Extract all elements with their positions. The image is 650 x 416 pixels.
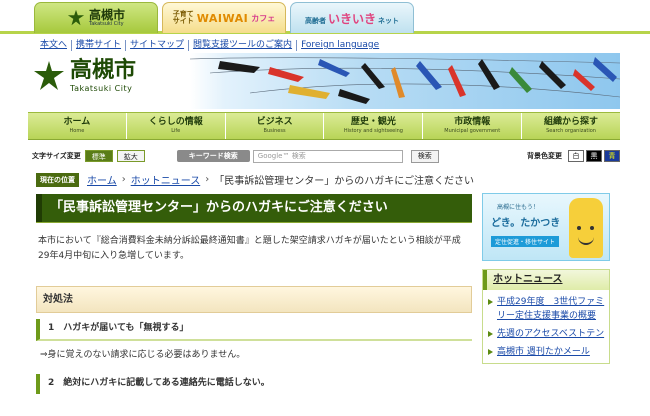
main-nav: ホーム Home くらしの情報 Life ビジネス Business 歴史・観光… <box>28 112 620 140</box>
tab1-logo: 高槻市 Takatsuki City <box>67 9 125 27</box>
breadcrumb-separator-icon: › <box>121 174 126 185</box>
util-link-mobile[interactable]: 携帯サイト <box>72 40 127 51</box>
nav-life[interactable]: くらしの情報 Life <box>127 113 226 139</box>
logo-sub: Takatsuki City <box>70 83 133 93</box>
promo-tag: 定住促進・移住サイト <box>491 236 560 247</box>
breadcrumb-current: 「民事訴訟管理センター」からのハガキにご注意ください <box>214 176 475 187</box>
city-emblem-icon <box>34 61 64 90</box>
nav-home-label: ホーム <box>63 117 91 127</box>
item2-heading: 2 絶対にハガキに記載してある連絡先に電話しない。 <box>36 374 472 394</box>
bg-black-button[interactable]: 黒 <box>586 150 602 162</box>
nav-home-en: Home <box>69 128 85 134</box>
item1-body: ⇒身に覚えのない請求に応じる必要はありません。 <box>40 350 246 360</box>
site-tabs: 高槻市 Takatsuki City 子育て サイト WAIWAI カフェ 高齢… <box>0 0 650 34</box>
tab-takatsuki-city[interactable]: 高槻市 Takatsuki City <box>34 2 158 33</box>
nav-history[interactable]: 歴史・観光 History and sightseeing <box>324 113 424 139</box>
bg-white-button[interactable]: 白 <box>568 150 584 162</box>
carp-streamers-image <box>189 57 620 104</box>
nav-municipal-label: 市政情報 <box>454 117 491 127</box>
font-enlarge-button[interactable]: 拡大 <box>116 150 145 162</box>
tab2-small-2: サイト <box>172 17 194 25</box>
keyword-search-label: キーワード検索 <box>176 150 250 162</box>
nav-organization-label: 組織から探す <box>544 117 599 127</box>
nav-history-label: 歴史・観光 <box>350 117 396 127</box>
site-logo[interactable]: 高槻市 Takatsuki City <box>32 59 136 93</box>
hot-news-item[interactable]: 先週のアクセスベストテン <box>487 327 605 341</box>
bg-blue-button[interactable]: 青 <box>604 150 620 162</box>
hot-news-list: 平成29年度 3世代ファミリー定住支援事業の概要 先週のアクセスベストテン 高槻… <box>483 290 609 359</box>
toolbar: 文字サイズ変更 標準 拡大 キーワード検索 Google™ 検索 検索 背景色変… <box>32 148 620 164</box>
hot-news-item[interactable]: 高槻市 週刊たかメール <box>487 345 605 359</box>
search-input[interactable]: Google™ 検索 <box>252 149 403 163</box>
nav-life-label: くらしの情報 <box>148 117 203 127</box>
section-heading: 対処法 <box>36 286 472 313</box>
util-link-accessibility[interactable]: 閲覧支援ツールのご案内 <box>189 40 298 51</box>
promo-banner[interactable]: 高槻に住もう！ どき。たかつき 定住促進・移住サイト <box>482 193 610 261</box>
hot-news-title[interactable]: ホットニュース <box>483 270 609 290</box>
mascot-icon <box>569 198 603 258</box>
breadcrumb-home[interactable]: ホーム <box>87 172 117 187</box>
main-content: 「民事訴訟管理センター」からのハガキにご注意ください 本市において『総合消費料金… <box>36 194 472 394</box>
font-size-label: 文字サイズ変更 <box>32 152 81 160</box>
tab2-main: WAIWAI <box>196 11 249 25</box>
breadcrumb-here-label: 現在の位置 <box>36 172 79 187</box>
nav-municipal[interactable]: 市政情報 Municipal government <box>423 113 523 139</box>
promo-main: どき。たかつき <box>491 218 561 229</box>
tab3-suffix: ネット <box>378 16 399 25</box>
tab1-name: 高槻市 <box>88 8 125 22</box>
item1-heading: 1 ハガキが届いても「無視する」 <box>36 319 472 341</box>
header: 高槻市 Takatsuki City <box>28 53 620 109</box>
util-link-foreign[interactable]: Foreign language <box>297 40 383 51</box>
city-emblem-icon <box>67 9 85 26</box>
page-title: 「民事訴訟管理センター」からのハガキにご注意ください <box>36 194 472 222</box>
util-link-skip[interactable]: 本文へ <box>36 40 73 51</box>
sidebar: 高槻に住もう！ どき。たかつき 定住促進・移住サイト ホットニュース 平成29年… <box>482 193 610 364</box>
nav-organization-en: Search organization <box>546 128 596 134</box>
page: 高槻市 Takatsuki City 子育て サイト WAIWAI カフェ 高齢… <box>0 0 650 416</box>
breadcrumb-hot-news[interactable]: ホットニュース <box>131 172 201 187</box>
font-standard-button[interactable]: 標準 <box>84 150 113 162</box>
nav-business-label: ビジネス <box>256 117 293 127</box>
search-button[interactable]: 検索 <box>410 149 439 163</box>
util-link-sitemap[interactable]: サイトマップ <box>126 40 190 51</box>
lead-paragraph: 本市において『総合消費料金未納分訴訟最終通知書』と題した架空請求ハガキが届いたと… <box>38 236 461 261</box>
utility-nav: 本文へ 携帯サイト サイトマップ 閲覧支援ツールのご案内 Foreign lan… <box>36 40 383 51</box>
tab1-sub: Takatsuki City <box>88 21 124 27</box>
bg-color-label: 背景色変更 <box>527 152 562 160</box>
tab3-main: いきいき <box>327 11 376 26</box>
tab-ikiiki-net[interactable]: 高齢者 いきいき ネット <box>290 2 414 33</box>
hot-news-box: ホットニュース 平成29年度 3世代ファミリー定住支援事業の概要 先週のアクセス… <box>482 269 610 364</box>
hot-news-item[interactable]: 平成29年度 3世代ファミリー定住支援事業の概要 <box>487 295 605 323</box>
nav-life-en: Life <box>171 128 181 134</box>
nav-municipal-en: Municipal government <box>444 128 501 134</box>
nav-business[interactable]: ビジネス Business <box>226 113 325 139</box>
nav-home[interactable]: ホーム Home <box>28 113 127 139</box>
header-banner-image <box>189 53 620 109</box>
logo-name: 高槻市 <box>70 57 137 83</box>
nav-history-en: History and sightseeing <box>343 128 403 134</box>
promo-small: 高槻に住もう！ <box>497 204 539 211</box>
tab2-suffix: カフェ <box>251 13 276 23</box>
breadcrumb: 現在の位置 ホーム › ホットニュース › 「民事訴訟管理センター」からのハガキ… <box>36 172 474 187</box>
nav-organization[interactable]: 組織から探す Search organization <box>522 113 620 139</box>
tab3-prefix: 高齢者 <box>304 16 326 25</box>
breadcrumb-separator-icon: › <box>205 174 210 185</box>
tab-waiwai-cafe[interactable]: 子育て サイト WAIWAI カフェ <box>162 2 286 33</box>
nav-business-en: Business <box>263 128 286 134</box>
